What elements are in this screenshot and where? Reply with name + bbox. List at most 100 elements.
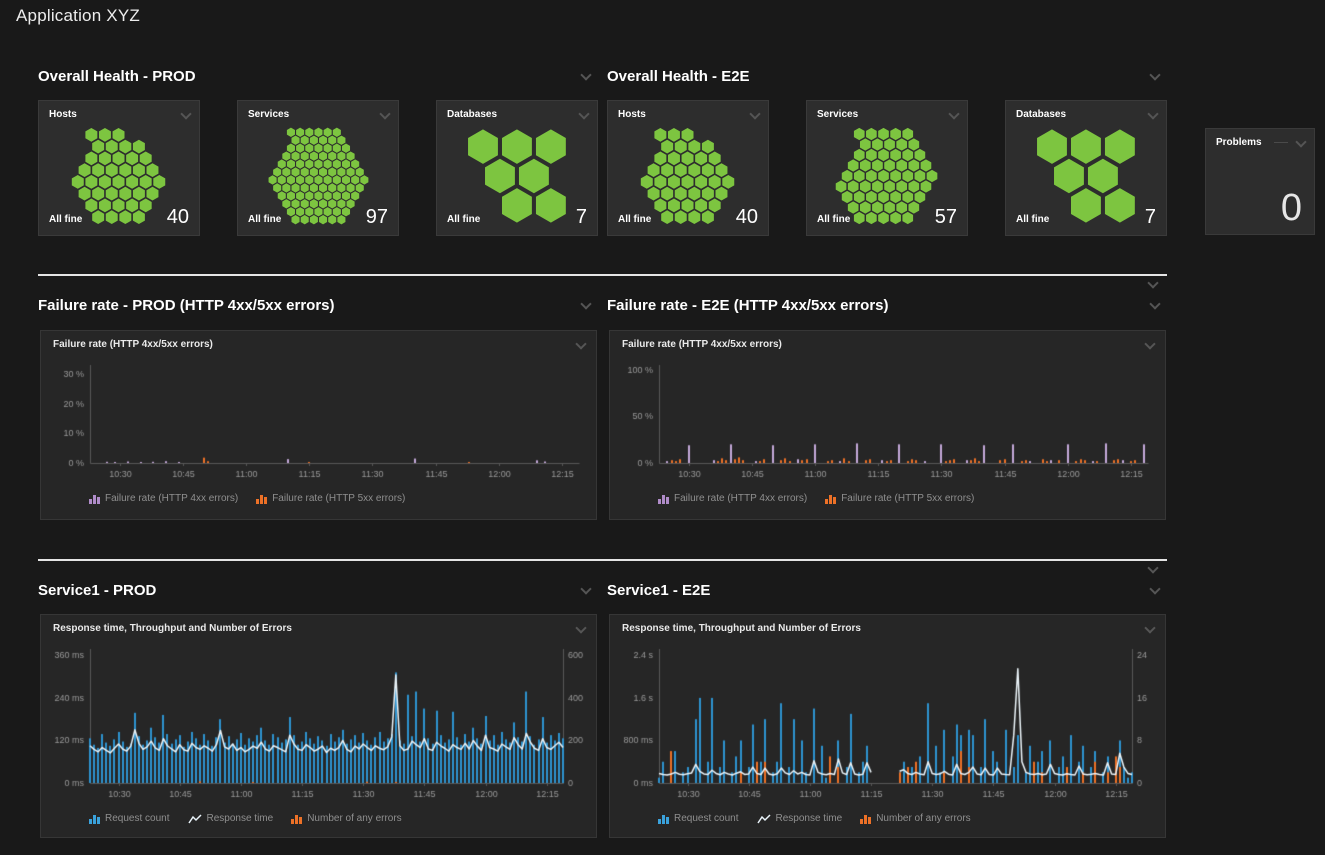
dashboard: Application XYZ Overall Health - PROD Ov… xyxy=(0,0,1325,855)
health-tile-hosts[interactable]: Hosts All fine40 xyxy=(38,100,200,236)
failure-rate-prod-card: Failure rate (HTTP 4xx/5xx errors) Failu… xyxy=(40,330,597,520)
legend-label: Failure rate (HTTP 4xx errors) xyxy=(674,493,807,504)
tile-count: 7 xyxy=(576,206,587,229)
legend-item[interactable]: Number of any errors xyxy=(860,813,970,824)
chart-title: Failure rate (HTTP 4xx/5xx errors) xyxy=(53,339,213,350)
tile-title: Services xyxy=(817,109,858,120)
chevron-down-icon[interactable] xyxy=(581,300,591,310)
service1-prod-chart-canvas[interactable] xyxy=(44,643,593,807)
chevron-down-icon[interactable] xyxy=(581,71,591,81)
health-tile-hosts[interactable]: Hosts All fine 40 xyxy=(607,100,769,236)
section-header-failure-prod: Failure rate - PROD (HTTP 4xx/5xx errors… xyxy=(38,295,591,315)
chevron-down-icon[interactable] xyxy=(576,340,586,350)
chart-legend: Failure rate (HTTP 4xx errors) Failure ra… xyxy=(89,493,405,504)
chevron-down-icon[interactable] xyxy=(1145,340,1155,350)
chevron-down-icon[interactable] xyxy=(380,110,390,120)
legend-item[interactable]: Failure rate (HTTP 4xx errors) xyxy=(89,493,238,504)
chevron-down-icon[interactable] xyxy=(576,624,586,634)
bar-series-icon xyxy=(860,814,871,824)
section-title: Overall Health - PROD xyxy=(38,68,196,85)
chevron-down-icon[interactable] xyxy=(181,110,191,120)
legend-item[interactable]: Request count xyxy=(89,813,170,824)
section-title: Failure rate - PROD (HTTP 4xx/5xx errors… xyxy=(38,297,335,314)
tile-title: Databases xyxy=(1016,109,1066,120)
tile-footer: All fine40 xyxy=(49,206,189,229)
bar-series-icon xyxy=(89,814,100,824)
section-header-failure-e2e: Failure rate - E2E (HTTP 4xx/5xx errors) xyxy=(607,295,1160,315)
tile-count: 40 xyxy=(736,206,758,229)
legend-label: Failure rate (HTTP 5xx errors) xyxy=(272,493,405,504)
chart-legend: Failure rate (HTTP 4xx errors) Failure ra… xyxy=(658,493,974,504)
chevron-down-icon[interactable] xyxy=(1148,564,1158,574)
health-tile-databases[interactable]: Databases All fine7 xyxy=(1005,100,1167,236)
failure-rate-prod-chart-canvas[interactable] xyxy=(44,359,593,487)
chevron-down-icon[interactable] xyxy=(1148,110,1158,120)
legend-label: Number of any errors xyxy=(876,813,970,824)
failure-rate-e2e-chart-canvas[interactable] xyxy=(613,359,1162,487)
section-title: Service1 - E2E xyxy=(607,582,710,599)
tile-count: 7 xyxy=(1145,206,1156,229)
legend-label: Request count xyxy=(105,813,170,824)
section-header-overall-health-e2e: Overall Health - E2E xyxy=(607,66,1160,86)
tile-footer: All fine 7 xyxy=(447,206,587,229)
health-tile-databases[interactable]: Databases All fine 7 xyxy=(436,100,598,236)
line-series-icon xyxy=(188,814,202,824)
chevron-down-icon[interactable] xyxy=(1296,138,1306,148)
chevron-down-icon[interactable] xyxy=(1145,624,1155,634)
legend-item[interactable]: Response time xyxy=(188,813,274,824)
chevron-down-icon[interactable] xyxy=(581,585,591,595)
service1-e2e-chart-canvas[interactable] xyxy=(613,643,1162,807)
health-tile-services[interactable]: Services All fine57 xyxy=(806,100,968,236)
tile-footer: All fine7 xyxy=(1016,206,1156,229)
chart-legend: Request count Response time Number of any … xyxy=(89,813,402,824)
legend-label: Failure rate (HTTP 5xx errors) xyxy=(841,493,974,504)
header-divider xyxy=(1274,142,1288,143)
tile-title: Hosts xyxy=(618,109,646,120)
legend-item[interactable]: Response time xyxy=(757,813,843,824)
tile-title: Problems xyxy=(1216,137,1262,148)
tile-header: Hosts xyxy=(49,109,191,120)
tile-status: All fine xyxy=(618,214,651,229)
section-divider xyxy=(38,559,1167,561)
page-title: Application XYZ xyxy=(16,6,140,26)
chevron-down-icon[interactable] xyxy=(949,110,959,120)
section-divider xyxy=(38,274,1167,276)
tile-title: Databases xyxy=(447,109,497,120)
section-header-overall-health-prod: Overall Health - PROD xyxy=(38,66,591,86)
health-tiles-e2e: Hosts All fine 40 Services All fine57 Databas… xyxy=(607,100,1167,236)
chart-title: Response time, Throughput and Number of … xyxy=(622,623,861,634)
tile-status: All fine xyxy=(248,214,281,229)
section-title: Overall Health - E2E xyxy=(607,68,750,85)
chevron-down-icon[interactable] xyxy=(1150,585,1160,595)
legend-item[interactable]: Number of any errors xyxy=(291,813,401,824)
tile-header: Services xyxy=(248,109,390,120)
bar-series-icon xyxy=(256,494,267,504)
service1-prod-card: Response time, Throughput and Number of … xyxy=(40,614,597,838)
chart-title: Failure rate (HTTP 4xx/5xx errors) xyxy=(622,339,782,350)
chevron-down-icon[interactable] xyxy=(1150,71,1160,81)
legend-item[interactable]: Failure rate (HTTP 4xx errors) xyxy=(658,493,807,504)
chevron-down-icon[interactable] xyxy=(1150,300,1160,310)
health-tile-services[interactable]: Services All fine97 xyxy=(237,100,399,236)
legend-item[interactable]: Failure rate (HTTP 5xx errors) xyxy=(825,493,974,504)
legend-item[interactable]: Request count xyxy=(658,813,739,824)
tile-count: 40 xyxy=(167,206,189,229)
tile-footer: All fine57 xyxy=(817,206,957,229)
chevron-down-icon[interactable] xyxy=(1148,279,1158,289)
service1-e2e-card: Response time, Throughput and Number of … xyxy=(609,614,1166,838)
failure-rate-e2e-card: Failure rate (HTTP 4xx/5xx errors) Failu… xyxy=(609,330,1166,520)
bar-series-icon xyxy=(291,814,302,824)
bar-series-icon xyxy=(89,494,100,504)
tile-status: All fine xyxy=(447,214,480,229)
chevron-down-icon[interactable] xyxy=(750,110,760,120)
chart-title: Response time, Throughput and Number of … xyxy=(53,623,292,634)
tile-header: Databases xyxy=(1016,109,1158,120)
tile-status: All fine xyxy=(817,214,850,229)
problems-tile[interactable]: Problems 0 xyxy=(1205,128,1315,235)
chevron-down-icon[interactable] xyxy=(579,110,589,120)
bar-series-icon xyxy=(825,494,836,504)
legend-item[interactable]: Failure rate (HTTP 5xx errors) xyxy=(256,493,405,504)
tile-footer: All fine97 xyxy=(248,206,388,229)
health-tiles-prod: HostsAll fine40ServicesAll fine97Databas… xyxy=(38,100,598,236)
section-header-service1-e2e: Service1 - E2E xyxy=(607,580,1160,600)
